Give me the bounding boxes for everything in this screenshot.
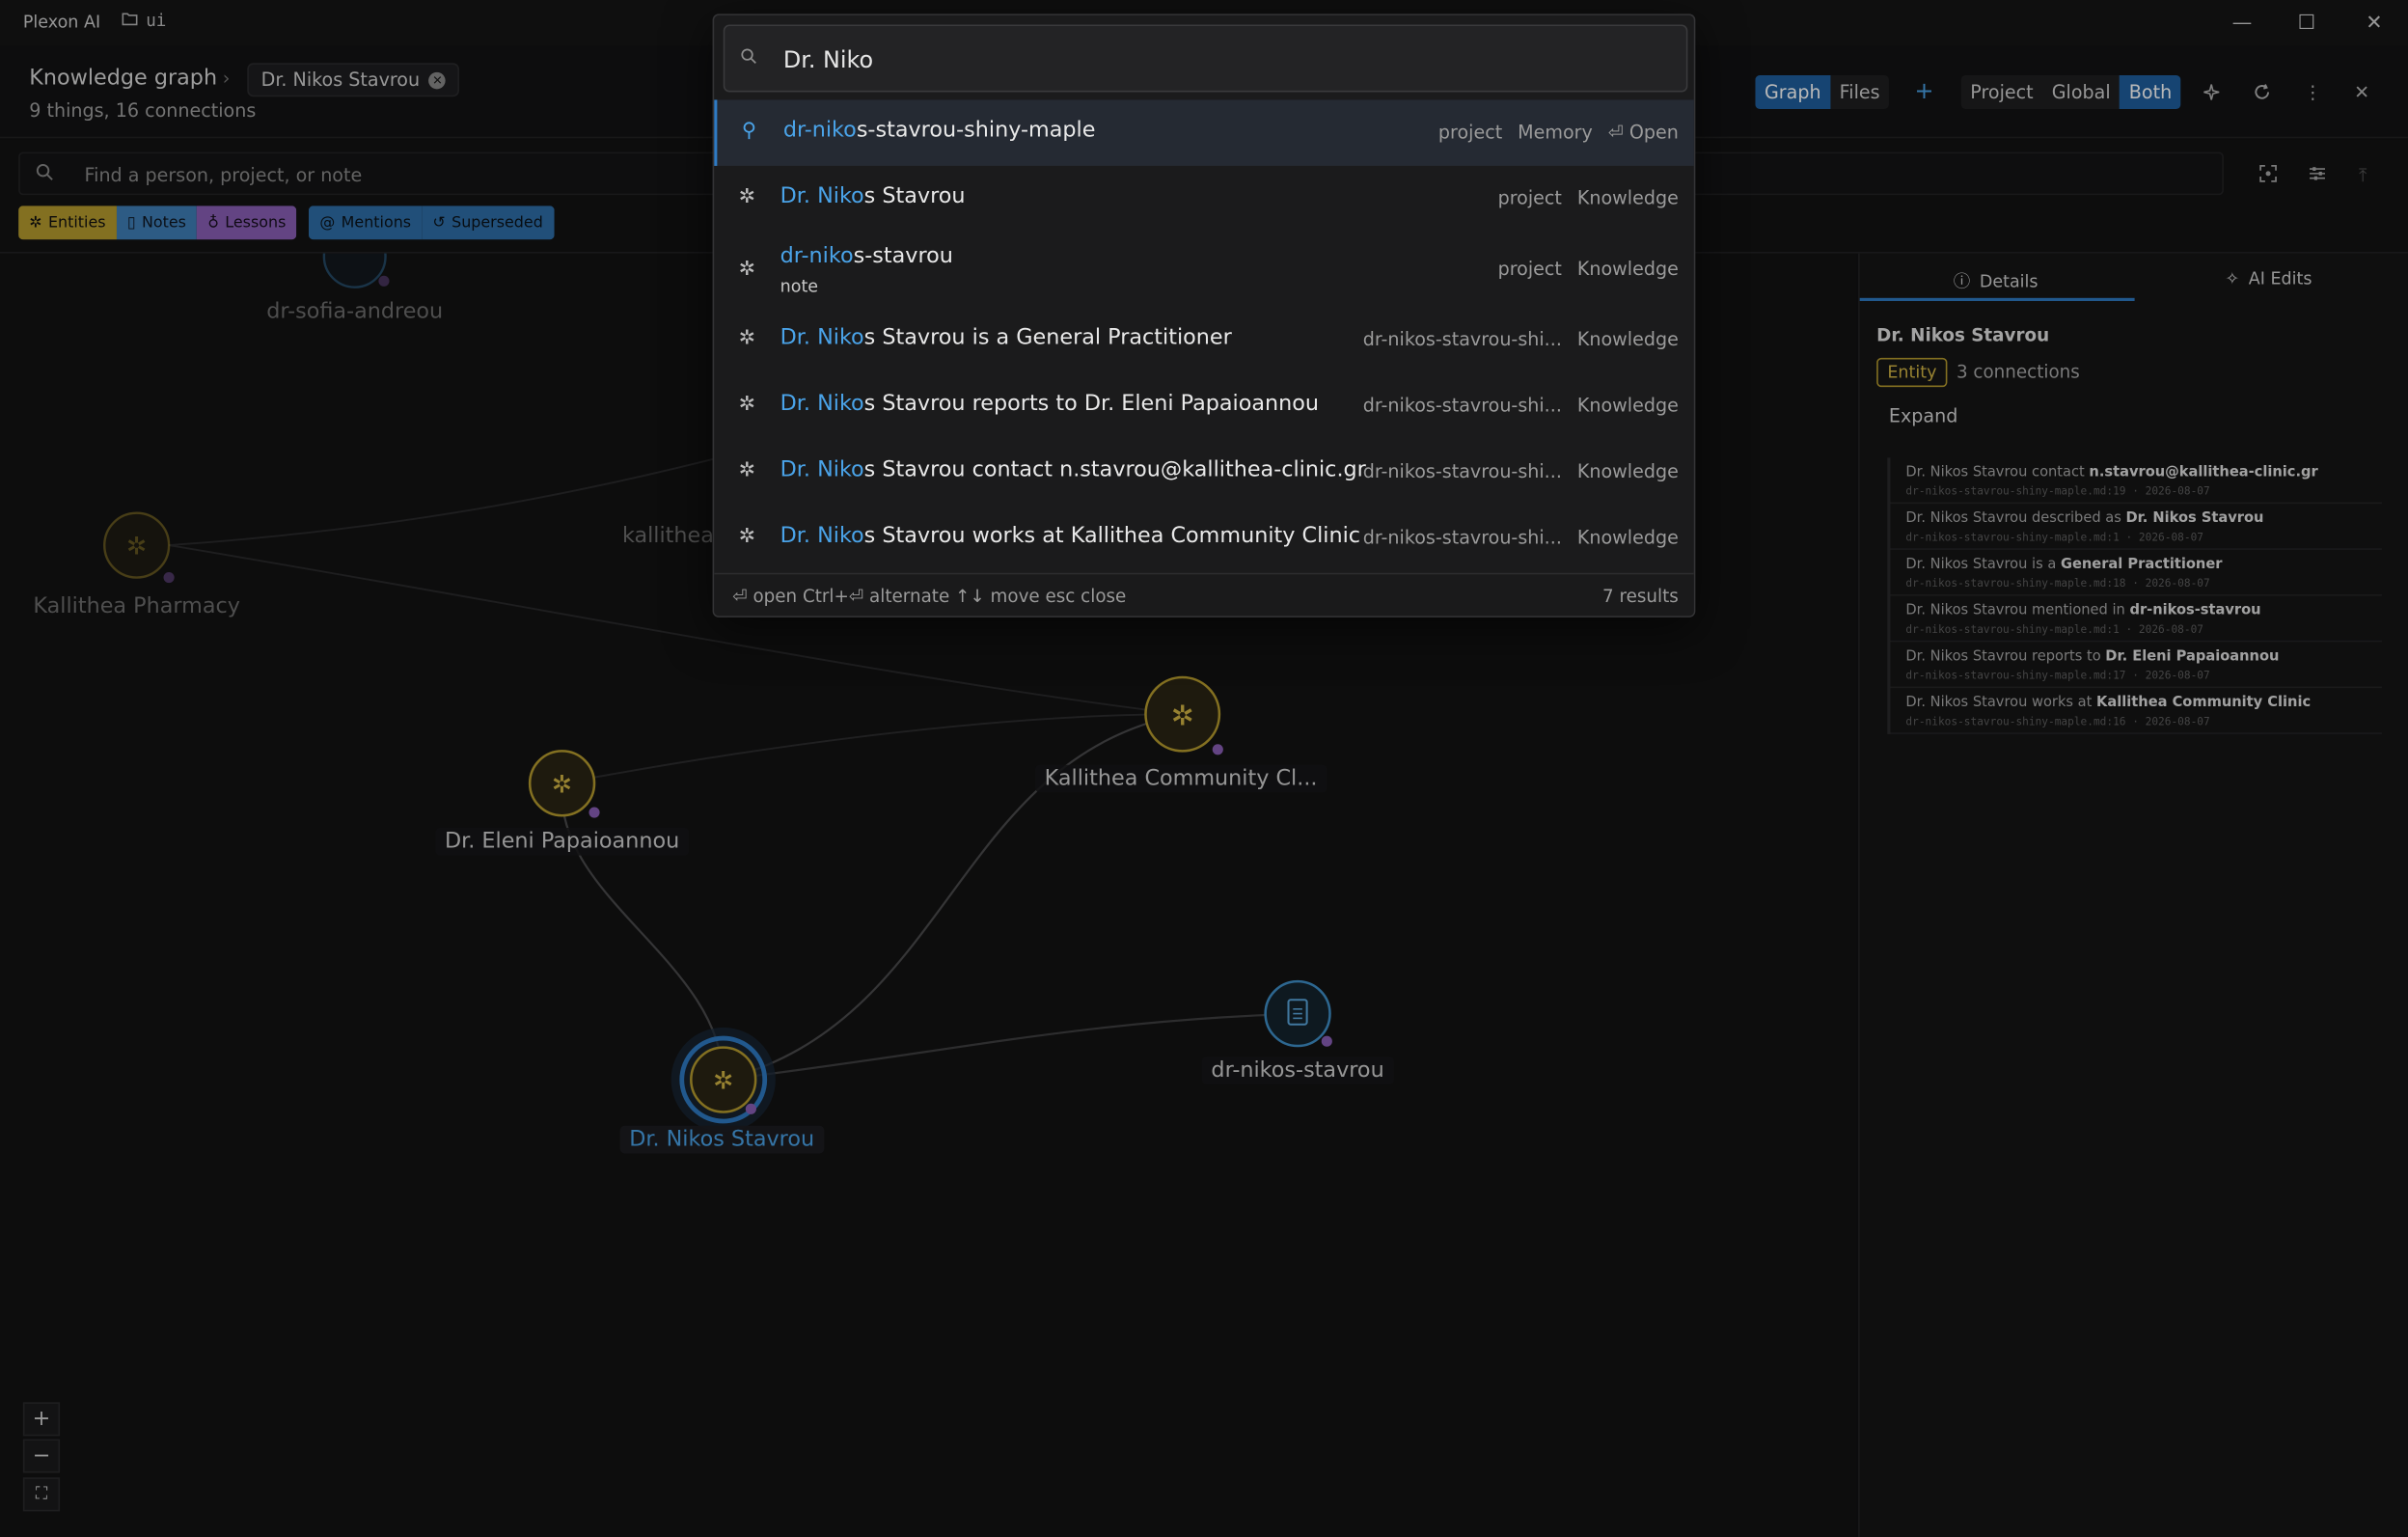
entity-icon: ✲ [738,393,756,417]
result-rest: s-stavrou [853,244,953,269]
palette-result[interactable]: ✲ Dr. Nikos Stavrou contact n.stavrou@kal… [714,439,1694,505]
result-rest: s Stavrou contact n.stavrou@kallithea-cl… [863,457,1366,482]
result-match: Dr. Niko [780,184,864,209]
entity-icon: ✲ [738,185,756,209]
result-meta: project Knowledge [1498,258,1679,279]
result-title: Dr. Nikos Stavrou contact n.stavrou@kall… [780,457,1366,481]
result-title: Dr. Nikos Stavrou works at Kallithea Com… [780,524,1360,548]
palette-search-input[interactable]: Dr. Niko [723,24,1688,93]
palette-result[interactable]: ✲ dr-nikos-stavrou note project Knowledge [714,232,1694,307]
result-match: dr-niko [782,118,857,144]
result-meta-item: Knowledge [1576,187,1679,209]
result-title: Dr. Nikos Stavrou [780,184,966,208]
result-meta: dr-nikos-stavrou-shi... Knowledge [1363,461,1679,482]
result-meta-item: dr-nikos-stavrou-shi... [1362,395,1562,417]
entity-icon: ✲ [738,525,756,549]
result-match: Dr. Niko [780,457,864,482]
result-meta-item: project [1497,258,1562,280]
search-icon [740,47,757,69]
result-meta: dr-nikos-stavrou-shi... Knowledge [1363,527,1679,548]
result-count: 7 results [1602,585,1679,607]
result-meta-item: Memory [1518,121,1593,144]
palette-result[interactable]: ✲ Dr. Nikos Stavrou reports to Dr. Eleni … [714,373,1694,439]
result-match: Dr. Niko [780,523,864,549]
result-meta: dr-nikos-stavrou-shi... Knowledge [1363,329,1679,350]
result-rest: s Stavrou [863,184,966,209]
result-subtitle: note [780,276,819,297]
result-meta: project Memory ⏎ Open [1438,122,1679,143]
palette-result[interactable]: ✲ Dr. Nikos Stavrou project Knowledge [714,166,1694,232]
palette-footer: ⏎ open Ctrl+⏎ alternate ↑↓ move esc clos… [714,572,1694,617]
memory-pin-icon: ⚲ [741,120,757,144]
result-match: Dr. Niko [780,391,864,417]
result-title: Dr. Nikos Stavrou reports to Dr. Eleni P… [780,392,1319,416]
result-meta-item: dr-nikos-stavrou-shi... [1362,526,1562,549]
result-meta: dr-nikos-stavrou-shi... Knowledge [1363,395,1679,416]
result-meta-item: Knowledge [1576,526,1679,549]
result-match: dr-niko [780,244,854,269]
result-meta-item: Knowledge [1576,258,1679,280]
result-title: dr-nikos-stavrou [780,244,953,268]
command-palette: Dr. Niko ⚲ dr-nikos-stavrou-shiny-maple pr… [712,14,1696,618]
palette-result[interactable]: ✲ Dr. Nikos Stavrou works at Kallithea Co… [714,506,1694,571]
result-meta-item: project [1437,121,1503,144]
palette-result[interactable]: ⚲ dr-nikos-stavrou-shiny-maple project Memo… [714,99,1694,166]
entity-icon: ✲ [738,258,756,282]
result-rest: s Stavrou reports to Dr. Eleni Papaioann… [863,391,1320,417]
palette-results: ⚲ dr-nikos-stavrou-shiny-maple project Memo… [714,99,1694,571]
result-meta-item: Knowledge [1576,460,1679,482]
result-meta-item: dr-nikos-stavrou-shi... [1362,328,1562,350]
result-match: Dr. Niko [780,325,864,350]
result-title: Dr. Nikos Stavrou is a General Practitio… [780,325,1232,349]
entity-icon: ✲ [738,458,756,482]
result-meta-item: Knowledge [1576,395,1679,417]
result-rest: s Stavrou works at Kallithea Community C… [863,523,1361,549]
open-action[interactable]: ⏎ Open [1608,122,1679,143]
result-rest: s-stavrou-shiny-maple [856,118,1096,144]
result-meta-item: Knowledge [1576,328,1679,350]
palette-result[interactable]: ✲ Dr. Nikos Stavrou is a General Practiti… [714,307,1694,372]
result-meta: project Knowledge [1498,187,1679,208]
result-rest: s Stavrou is a General Practitioner [863,325,1232,350]
entity-icon: ✲ [738,327,756,350]
result-title: dr-nikos-stavrou-shiny-maple [783,119,1096,143]
result-meta-item: project [1497,187,1562,209]
result-meta-item: dr-nikos-stavrou-shi... [1362,460,1562,482]
keyboard-hints: ⏎ open Ctrl+⏎ alternate ↑↓ move esc clos… [732,585,1127,607]
palette-query: Dr. Niko [782,45,874,74]
